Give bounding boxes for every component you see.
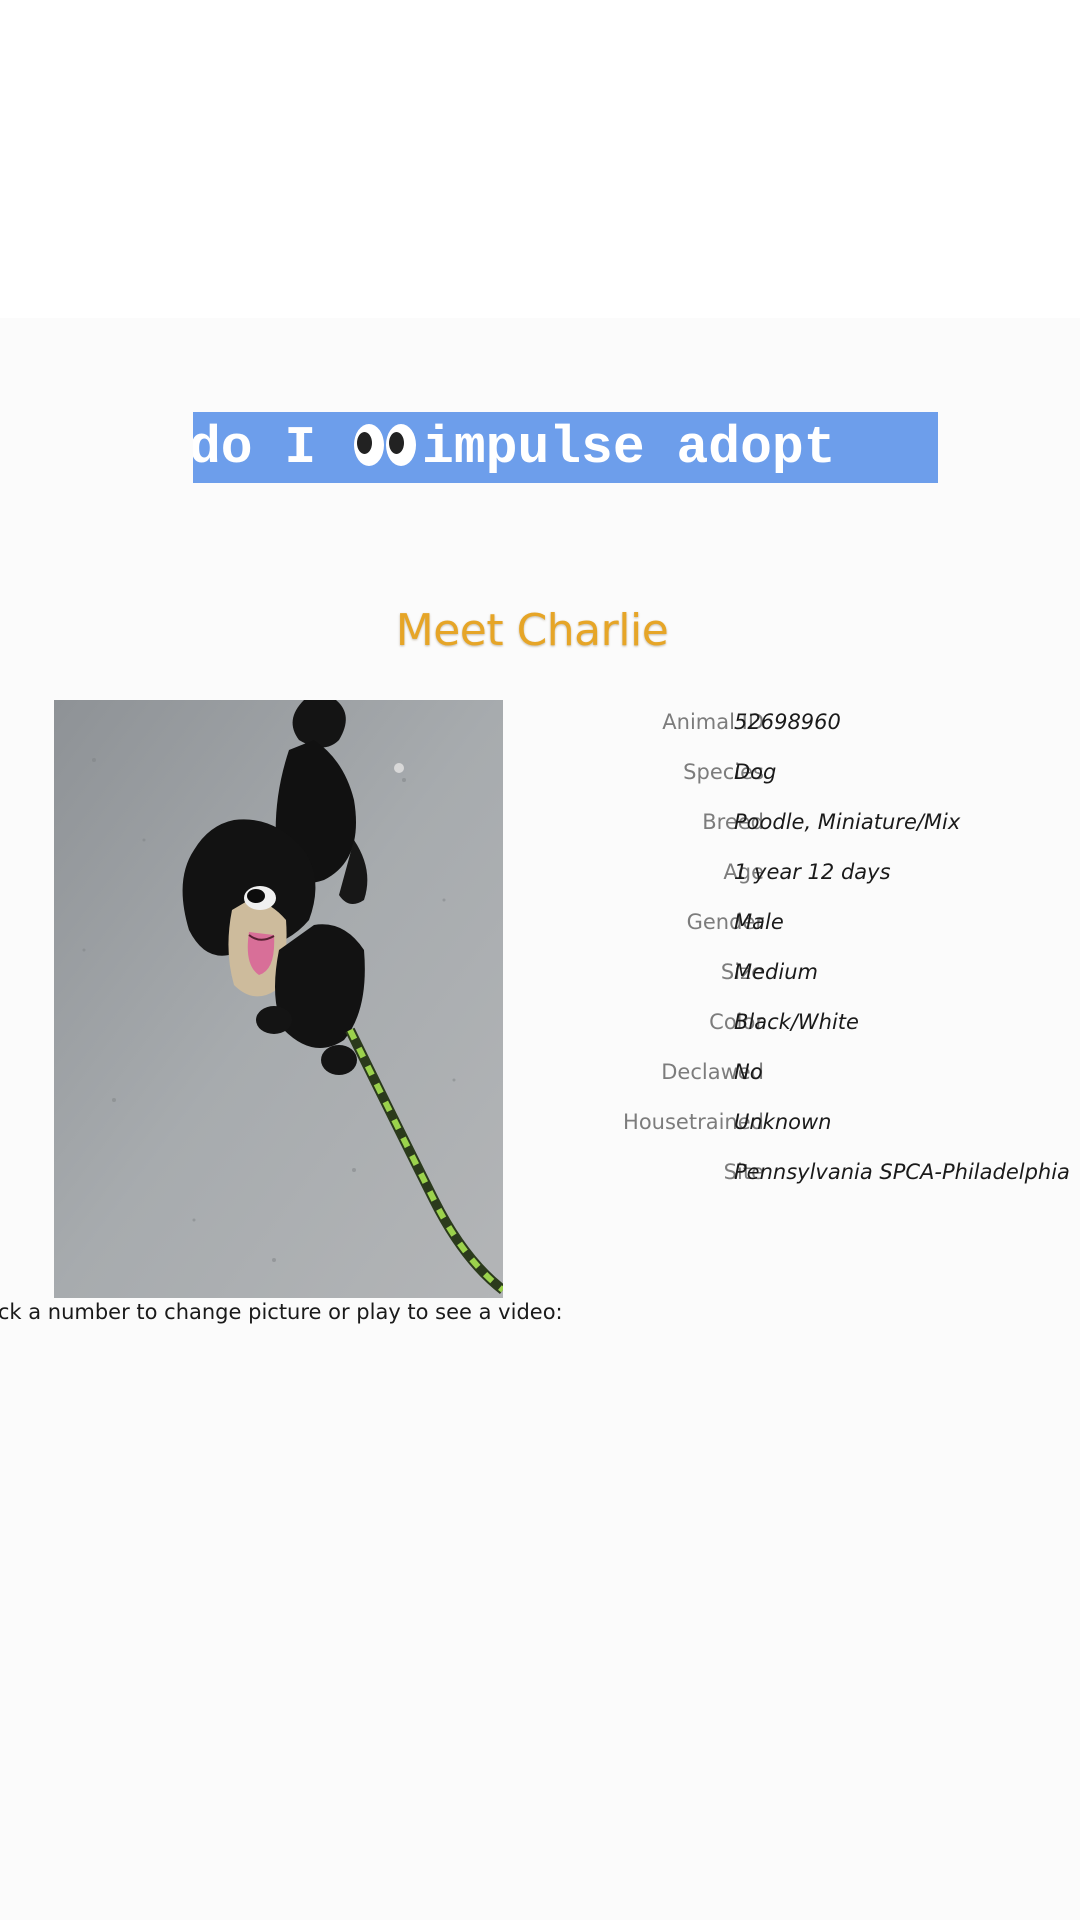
detail-row-animal-id: Animal ID 52698960 xyxy=(540,702,1080,742)
detail-value: Dog xyxy=(734,760,777,784)
detail-value: 52698960 xyxy=(734,710,841,734)
detail-row-site: Site Pennsylvania SPCA-Philadelphia xyxy=(540,1152,1080,1192)
detail-row-species: Species Dog xyxy=(540,752,1080,792)
detail-value: 1 year 12 days xyxy=(734,860,891,884)
detail-row-gender: Gender Male xyxy=(540,902,1080,942)
detail-row-breed: Breed Poodle, Miniature/Mix xyxy=(540,802,1080,842)
detail-row-color: Color Black/White xyxy=(540,1002,1080,1042)
page-title: Meet Charlie xyxy=(395,605,669,656)
caption-banner: do I impulse adopt xyxy=(193,412,938,483)
detail-row-age: Age 1 year 12 days xyxy=(540,852,1080,892)
detail-row-size: Size Medium xyxy=(540,952,1080,992)
detail-value: Medium xyxy=(734,960,818,984)
caption-text: do I impulse adopt xyxy=(193,420,836,476)
detail-value: No xyxy=(734,1060,763,1084)
detail-value: Black/White xyxy=(734,1010,859,1034)
detail-row-declawed: Declawed No xyxy=(540,1052,1080,1092)
caption-text-before: do I xyxy=(193,417,349,478)
dog-photo[interactable] xyxy=(54,700,503,1298)
detail-value: Unknown xyxy=(734,1110,832,1134)
detail-value: Poodle, Miniature/Mix xyxy=(734,810,961,834)
detail-value: Pennsylvania SPCA-Philadelphia xyxy=(734,1160,1070,1184)
caption-text-after: impulse adopt xyxy=(422,417,836,478)
media-instruction-text: ick a number to change picture or play t… xyxy=(0,1300,563,1324)
eyes-emoji-icon xyxy=(352,420,420,470)
detail-value: Male xyxy=(734,910,784,934)
top-blank-area xyxy=(0,0,1080,318)
detail-row-housetrained: Housetrained Unknown xyxy=(540,1102,1080,1142)
